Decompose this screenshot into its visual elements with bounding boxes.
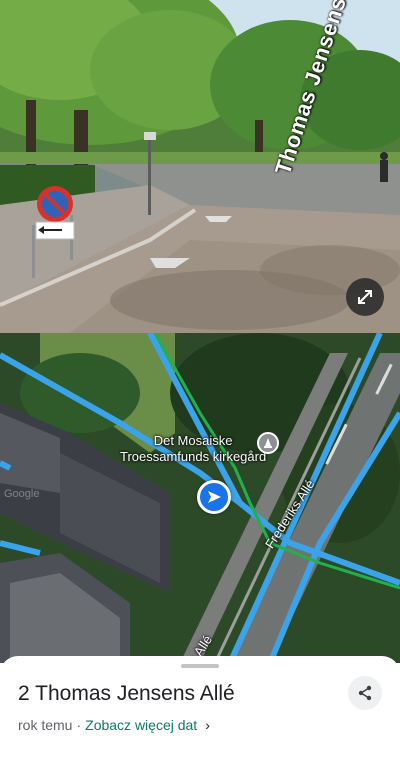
share-icon — [358, 685, 372, 701]
capture-date: rok temu — [18, 717, 73, 733]
sheet-drag-handle[interactable] — [181, 664, 219, 668]
street-view-location-marker[interactable] — [197, 480, 231, 514]
navigation-arrow-icon — [208, 491, 221, 503]
street-view-panorama[interactable]: Thomas Jensens Allé — [0, 0, 400, 333]
chevron-right-icon[interactable]: › — [205, 717, 210, 733]
address-title: 2 Thomas Jensens Allé — [18, 682, 235, 705]
separator: · — [76, 717, 82, 733]
satellite-map[interactable]: Det Mosaiske Troessamfunds kirkegård Fre… — [0, 333, 400, 663]
expand-arrows-icon — [358, 290, 372, 304]
street-view-scene — [0, 0, 400, 333]
poi-name-line1: Det Mosaiske — [153, 433, 233, 448]
bottom-sheet[interactable]: 2 Thomas Jensens Allé rok temu · Zobacz … — [0, 656, 400, 757]
poi-pin[interactable] — [257, 432, 279, 454]
memorial-icon — [264, 438, 272, 448]
poi-name-line2: Troessamfunds kirkegård — [120, 449, 267, 464]
share-button[interactable] — [348, 676, 382, 710]
map-watermark: Google — [4, 488, 40, 500]
date-row: rok temu · Zobacz więcej dat › — [18, 717, 210, 733]
see-more-dates-link[interactable]: Zobacz więcej dat — [85, 717, 197, 733]
expand-button[interactable] — [346, 278, 384, 316]
poi-label[interactable]: Det Mosaiske Troessamfunds kirkegård — [120, 433, 266, 465]
